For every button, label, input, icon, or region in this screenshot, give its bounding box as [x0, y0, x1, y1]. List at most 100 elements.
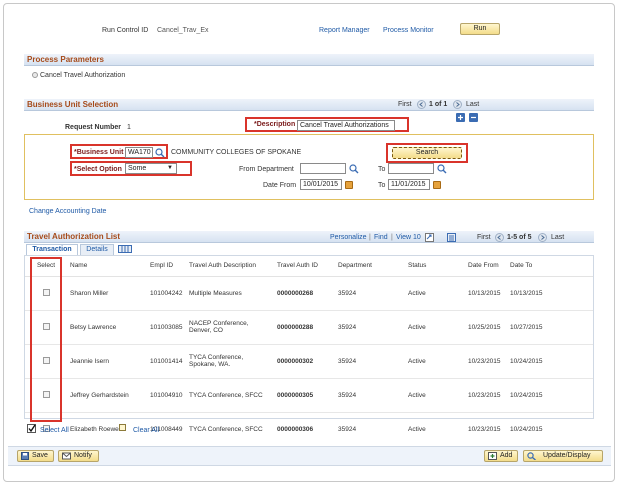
row-date-to: 10/13/2015	[507, 276, 593, 311]
to-department-label: To	[378, 166, 386, 173]
show-all-columns-icon[interactable]	[118, 245, 132, 255]
col-department: Department	[335, 256, 405, 277]
row-auth-id[interactable]: 0000000302	[274, 344, 335, 379]
row-auth-id[interactable]: 0000000268	[274, 276, 335, 311]
travel-list-title: Travel Authorization List	[27, 232, 121, 241]
date-from-label: Date From	[263, 182, 297, 189]
row-department: 35924	[335, 344, 405, 379]
add-label: Add	[500, 452, 513, 459]
col-date-from: Date From	[465, 256, 507, 277]
save-button[interactable]: Save	[17, 450, 54, 462]
clear-all-checkbox[interactable]	[119, 424, 126, 431]
from-department-input[interactable]	[300, 163, 346, 174]
col-empl-id: Empl ID	[147, 256, 186, 277]
business-unit-lookup-icon[interactable]	[155, 148, 165, 158]
row-date-to: 10/24/2015	[507, 344, 593, 379]
table-row: Jeannie Isern 101001414 TYCA Conference,…	[25, 344, 593, 379]
from-department-label: From Department	[239, 166, 294, 173]
zoom-icon[interactable]	[425, 233, 434, 244]
row-date-to: 10/27/2015	[507, 310, 593, 345]
download-icon[interactable]	[447, 233, 456, 244]
add-button[interactable]: Add	[484, 450, 518, 462]
cancel-travel-radio-label: Cancel Travel Authorization	[40, 72, 126, 79]
row-status: Active	[405, 378, 465, 413]
row-description[interactable]: TYCA Conference,	[189, 354, 243, 361]
row-description[interactable]: NACEP Conference,	[189, 320, 249, 327]
bu-next-icon[interactable]	[453, 100, 462, 111]
tl-nav-last[interactable]: Last	[551, 234, 564, 241]
update-display-button[interactable]: Update/Display	[523, 450, 603, 462]
bu-nav-first[interactable]: First	[398, 101, 412, 108]
row-date-to: 10/24/2015	[507, 412, 593, 447]
description-input[interactable]: Cancel Travel Authorizations	[297, 120, 395, 131]
notify-icon	[62, 452, 71, 460]
tab-transaction[interactable]: Transaction	[26, 244, 78, 255]
process-monitor-link[interactable]: Process Monitor	[383, 27, 434, 34]
search-icon	[527, 452, 536, 460]
row-name: Betsy Lawrence	[67, 310, 147, 345]
table-row: Jeffrey Gerhardstein 101004910 TYCA Conf…	[25, 378, 593, 413]
notify-button[interactable]: Notify	[58, 450, 99, 462]
search-button[interactable]: Search	[392, 147, 462, 159]
tl-next-icon[interactable]	[538, 233, 547, 244]
col-auth-id: Travel Auth ID	[274, 256, 335, 277]
business-unit-name: COMMUNITY COLLEGES OF SPOKANE	[171, 149, 302, 156]
report-manager-link[interactable]: Report Manager	[319, 27, 370, 34]
row-auth-id[interactable]: 0000000288	[274, 310, 335, 345]
select-all-link[interactable]: Select All	[40, 427, 69, 434]
row-description[interactable]: TYCA Conference, SFCC	[189, 392, 263, 399]
notify-label: Notify	[74, 452, 92, 459]
request-number-value: 1	[127, 124, 131, 131]
row-date-from: 10/23/2015	[465, 344, 507, 379]
cancel-travel-radio[interactable]	[32, 72, 38, 78]
add-row-icon[interactable]	[456, 113, 465, 122]
to-department-lookup-icon[interactable]	[437, 164, 447, 174]
select-option-dropdown[interactable]: Some ▼	[125, 163, 177, 174]
row-empl-id: 101004910	[147, 378, 186, 413]
select-option-value: Some	[128, 165, 147, 172]
separator-2: |	[391, 234, 393, 241]
to-department-input[interactable]	[388, 163, 434, 174]
row-status: Active	[405, 344, 465, 379]
row-department: 35924	[335, 412, 405, 447]
tl-nav-first[interactable]: First	[477, 234, 491, 241]
tab-details[interactable]: Details	[80, 244, 114, 255]
personalize-link[interactable]: Personalize	[330, 234, 367, 241]
run-control-label: Run Control ID	[102, 27, 149, 34]
request-number-label: Request Number	[65, 124, 122, 131]
business-unit-input[interactable]: WA170	[125, 147, 153, 158]
delete-row-icon[interactable]	[469, 113, 478, 122]
row-auth-id[interactable]: 0000000306	[274, 412, 335, 447]
view-10-link[interactable]: View 10	[396, 234, 421, 241]
select-all-checkbox[interactable]	[27, 424, 36, 435]
clear-all-link[interactable]: Clear All	[133, 427, 159, 434]
row-auth-id[interactable]: 0000000305	[274, 378, 335, 413]
row-status: Active	[405, 276, 465, 311]
table-row: Betsy Lawrence 101003085 NACEP Conferenc…	[25, 310, 593, 345]
update-display-label: Update/Display	[543, 452, 591, 459]
bu-nav-last[interactable]: Last	[466, 101, 479, 108]
date-from-calendar-icon[interactable]	[345, 181, 353, 189]
date-to-calendar-icon[interactable]	[433, 181, 441, 189]
row-description[interactable]: TYCA Conference, SFCC	[189, 426, 263, 433]
separator: |	[369, 234, 371, 241]
from-department-lookup-icon[interactable]	[349, 164, 359, 174]
travel-auth-grid: Select Name Empl ID Travel Auth Descript…	[25, 256, 593, 447]
row-date-from: 10/25/2015	[465, 310, 507, 345]
find-link[interactable]: Find	[374, 234, 388, 241]
row-description[interactable]: Multiple Measures	[189, 290, 242, 297]
col-description: Travel Auth Description	[186, 256, 274, 277]
row-department: 35924	[335, 276, 405, 311]
tl-prev-icon[interactable]	[495, 233, 504, 244]
date-to-input[interactable]: 11/01/2015	[388, 179, 430, 190]
row-date-to: 10/24/2015	[507, 378, 593, 413]
row-description-line2[interactable]: Denver, CO	[189, 327, 223, 334]
date-from-input[interactable]: 10/01/2015	[300, 179, 342, 190]
change-accounting-date-link[interactable]: Change Accounting Date	[29, 208, 106, 215]
row-description-line2[interactable]: Spokane, WA.	[189, 361, 230, 368]
run-button[interactable]: Run	[460, 23, 500, 35]
bu-prev-icon[interactable]	[417, 100, 426, 111]
col-name: Name	[67, 256, 147, 277]
table-row: Sharon Miller 101004242 Multiple Measure…	[25, 276, 593, 311]
row-status: Active	[405, 310, 465, 345]
